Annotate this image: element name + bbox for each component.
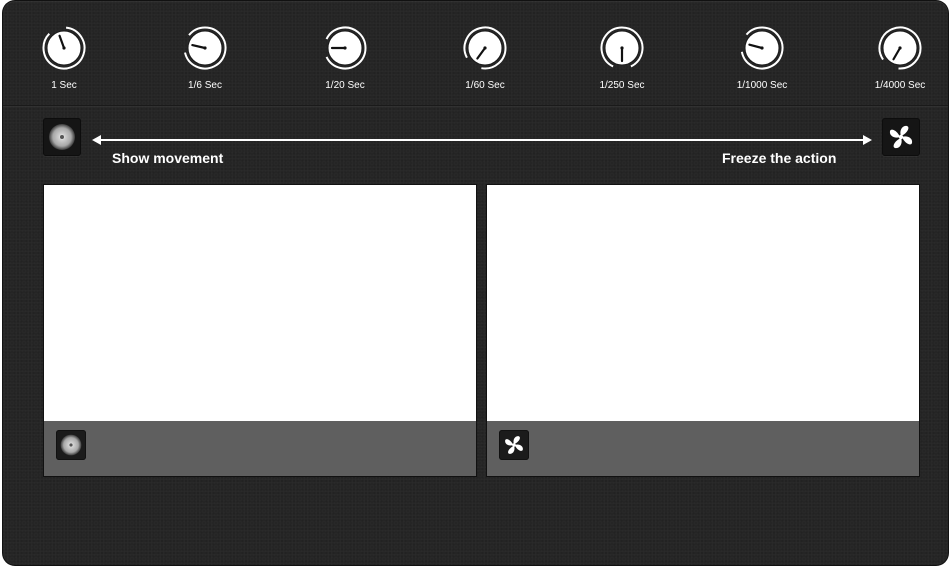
dial-knob-icon [878, 26, 922, 70]
fast-shutter-photo [487, 185, 919, 421]
dial-label: 1/4000 Sec [874, 80, 926, 91]
caption-icon-tile [56, 430, 86, 460]
movement-scale-line [98, 139, 865, 141]
shutter-speed-app: 1 Sec 1/6 Sec 1/20 Sec 1/60 Sec 1/250 Se… [3, 1, 948, 565]
dial-knob-icon [184, 26, 227, 70]
slow-shutter-panel [44, 185, 476, 476]
dial-knob-icon [42, 26, 86, 70]
dial-knob-icon [740, 26, 784, 70]
show-movement-label: Show movement [112, 150, 224, 166]
dial-label: 1 Sec [51, 80, 77, 91]
freeze-action-label: Freeze the action [722, 150, 837, 166]
dial-label: 1/20 Sec [325, 80, 365, 91]
dial-1-6-sec[interactable]: 1/6 Sec [165, 23, 245, 101]
slow-shutter-photo [44, 185, 476, 421]
dial-label: 1/6 Sec [188, 80, 222, 91]
fast-shutter-panel [487, 185, 919, 476]
slow-shutter-caption-bar [44, 421, 476, 476]
shutter-speed-dials: 1 Sec 1/6 Sec 1/20 Sec 1/60 Sec 1/250 Se… [3, 1, 948, 105]
dial-1-sec[interactable]: 1 Sec [24, 23, 104, 101]
dial-label: 1/1000 Sec [736, 80, 788, 91]
dial-hub [898, 46, 902, 50]
dial-hub [483, 46, 487, 50]
divider [3, 105, 948, 106]
fan-icon [505, 436, 523, 454]
dial-label: 1/250 Sec [599, 80, 645, 91]
fan-icon [889, 125, 913, 149]
caption-icon-tile [499, 430, 529, 460]
spinning-blur-icon [60, 434, 82, 456]
freeze-action-button[interactable] [882, 118, 920, 156]
dial-knob-icon [463, 26, 507, 70]
dial-hub [203, 46, 207, 50]
dial-1-250-sec[interactable]: 1/250 Sec [582, 23, 662, 101]
spinning-blur-icon [49, 124, 75, 150]
dial-hub [620, 46, 624, 50]
dial-hub [343, 46, 347, 50]
dial-hub [760, 46, 764, 50]
dial-knob-icon [325, 26, 367, 70]
dial-1-60-sec[interactable]: 1/60 Sec [445, 23, 525, 101]
scale-arrow-right [863, 135, 872, 145]
dial-hub [62, 46, 66, 50]
dial-1-4000-sec[interactable]: 1/4000 Sec [860, 23, 940, 101]
dial-1-20-sec[interactable]: 1/20 Sec [305, 23, 385, 101]
dial-label: 1/60 Sec [465, 80, 505, 91]
dial-knob-icon [600, 26, 644, 68]
fast-shutter-caption-bar [487, 421, 919, 476]
dial-1-1000-sec[interactable]: 1/1000 Sec [722, 23, 802, 101]
show-movement-button[interactable] [43, 118, 81, 156]
